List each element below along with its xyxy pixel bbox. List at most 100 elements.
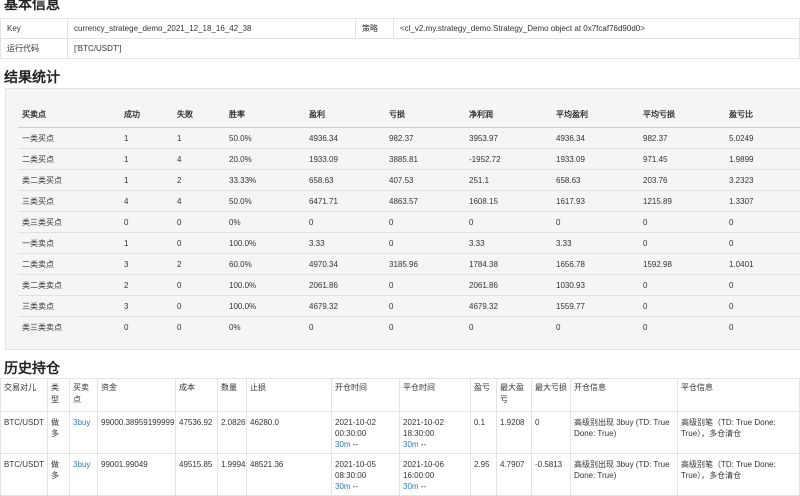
history-header-cell: 最大亏损 [531, 378, 571, 412]
history-stop: 48521.36 [246, 453, 332, 496]
history-open-chart-link[interactable]: 30m [335, 440, 351, 449]
stats-cell: 4936.34 [305, 127, 385, 149]
history-header-cell: 买卖点 [69, 378, 98, 412]
history-open-extra: -- [352, 440, 359, 449]
stats-cell: 2061.86 [465, 274, 552, 296]
stats-cell: 4 [173, 190, 225, 212]
stats-cell: 0 [173, 316, 225, 337]
stats-cell: 2061.86 [305, 274, 385, 296]
history-close-info: 高级别笔（TD: True Done: True），多仓清仓 [677, 453, 800, 496]
stats-header-cell: 平均盈利 [552, 101, 639, 128]
stats-header-cell: 失败 [173, 101, 225, 128]
stats-row: 类三类卖点 0 0 0% 0 0 0 0 0 0 [18, 316, 800, 337]
stats-cell: 5.0249 [725, 127, 800, 149]
stats-cell: 1592.98 [639, 253, 725, 275]
history-header-cell: 止损 [246, 378, 332, 412]
stats-header-cell: 盈亏比 [725, 101, 800, 128]
history-point-link[interactable]: 3buy [73, 418, 90, 427]
stats-row: 二类买点 1 4 20.0% 1933.09 3885.81 -1952.72 1933.09… [18, 148, 800, 170]
stats-cell: 4936.34 [552, 127, 639, 149]
stats-cell: 3185.96 [385, 253, 465, 275]
history-header-cell: 开仓时间 [331, 378, 400, 412]
stats-cell: 50.0% [225, 127, 305, 149]
stats-cell: 0 [305, 211, 385, 233]
stats-cell: 1030.93 [552, 274, 639, 296]
history-open-info: 高级别出现 3buy (TD: True Done: True) [570, 453, 678, 496]
stats-cell: 1 [173, 127, 225, 149]
stats-cell: 1933.09 [305, 148, 385, 170]
stats-cell: 1784.38 [465, 253, 552, 275]
history-open-links: 30m -- [335, 439, 396, 450]
stats-header-cell: 盈利 [305, 101, 385, 128]
stats-cell: 1 [120, 169, 173, 191]
history-max-pnl: 4.7907 [496, 453, 532, 496]
stats-cell: 0 [639, 274, 725, 296]
stats-cell: 1.3307 [725, 190, 800, 212]
stats-cell: 1 [120, 127, 173, 149]
history-open-links: 30m -- [335, 481, 396, 492]
stats-cell: 0 [725, 211, 800, 233]
stats-cell: 0 [385, 295, 465, 317]
stats-cell: 0 [173, 232, 225, 254]
stats-cell: 0 [173, 211, 225, 233]
history-fund: 99000.38959199999 [97, 411, 176, 454]
history-close-links: 30m -- [403, 439, 467, 450]
stats-cell: 1.9899 [725, 148, 800, 170]
stats-cell: 1617.93 [552, 190, 639, 212]
history-close-links: 30m -- [403, 481, 467, 492]
history-header-cell: 最大盈亏 [496, 378, 532, 412]
stats-cell: 一类卖点 [18, 232, 120, 254]
history-max-loss: 0 [531, 411, 571, 454]
history-header-cell: 资金 [97, 378, 176, 412]
stats-cell: 三类卖点 [18, 295, 120, 317]
stats-cell: 60.0% [225, 253, 305, 275]
stats-cell: 1933.09 [552, 148, 639, 170]
stats-cell: 407.53 [385, 169, 465, 191]
stats-cell: 33.33% [225, 169, 305, 191]
history-title: 历史持仓 [4, 360, 60, 376]
history-table: 交易对儿 类型 买卖点 资金 成本 数量 止损 开仓时间 平仓时间 盈亏 最大盈亏 最大亏损 开仓信息平… [0, 378, 800, 496]
stats-cell: 3 [120, 253, 173, 275]
stats-cell: 0 [725, 295, 800, 317]
history-pnl: 0.1 [470, 411, 497, 454]
stats-cell: 0% [225, 211, 305, 233]
history-header-cell: 类型 [47, 378, 70, 412]
stats-row: 类二类买点 1 2 33.33% 658.63 407.53 251.1 658.63 203.… [18, 169, 800, 191]
stats-cell: 3.2323 [725, 169, 800, 191]
history-point-link[interactable]: 3buy [73, 460, 90, 469]
stats-cell: 类三类卖点 [18, 316, 120, 337]
stats-header-cell: 买卖点 [18, 101, 120, 128]
stats-header-cell: 净利润 [465, 101, 552, 128]
history-fund: 99001.99049 [97, 453, 176, 496]
stats-cell: 0 [639, 316, 725, 337]
stats-cell: 3.33 [552, 232, 639, 254]
history-pair: BTC/USDT [0, 411, 48, 454]
history-open-info: 高级别出现 3buy (TD: True Done: True) [570, 411, 678, 454]
stats-cell: 4679.32 [305, 295, 385, 317]
stats-cell: 0 [385, 316, 465, 337]
code-value: ['BTC/USDT'] [67, 38, 800, 59]
history-point-cell: 3buy [69, 411, 98, 454]
stats-cell: 二类买点 [18, 148, 120, 170]
history-close-time: 2021-10-06 16:00:00 [403, 460, 444, 480]
history-pnl: 2.95 [470, 453, 497, 496]
history-close-chart-link[interactable]: 30m [403, 440, 419, 449]
stats-cell: 0 [465, 316, 552, 337]
stats-cell: 0 [725, 274, 800, 296]
history-row: BTC/USDT 做多 3buy 99001.99049 49515.85 1.9994 4… [0, 453, 800, 496]
stats-cell: 0 [725, 316, 800, 337]
stats-row: 二类卖点 3 2 60.0% 4970.34 3185.96 1784.38 1656.78 1… [18, 253, 800, 275]
stats-cell: 658.63 [305, 169, 385, 191]
history-header-row: 交易对儿 类型 买卖点 资金 成本 数量 止损 开仓时间 平仓时间 盈亏 最大盈亏 最大亏损 开仓信息平… [0, 378, 800, 412]
stats-table: 买卖点 成功 失败 胜率 盈利 亏损 净利润 平均盈利 平均亏损 盈亏比 一类买点 1 1 50.0% 4… [18, 101, 800, 337]
history-type: 做多 [47, 453, 70, 496]
history-header-cell: 平仓信息 [677, 378, 800, 412]
stats-cell: 658.63 [552, 169, 639, 191]
stats-cell: 2 [173, 169, 225, 191]
history-close-info: 高级别笔（TD: True Done: True），多仓清仓 [677, 411, 800, 454]
stats-cell: 4679.32 [465, 295, 552, 317]
stats-panel: 买卖点 成功 失败 胜率 盈利 亏损 净利润 平均盈利 平均亏损 盈亏比 一类买点 1 1 50.0% 4… [5, 88, 800, 350]
history-close-time-cell: 2021-10-02 18:30:00 30m -- [399, 411, 471, 454]
history-header-cell: 成本 [175, 378, 218, 412]
stats-cell: 4863.57 [385, 190, 465, 212]
